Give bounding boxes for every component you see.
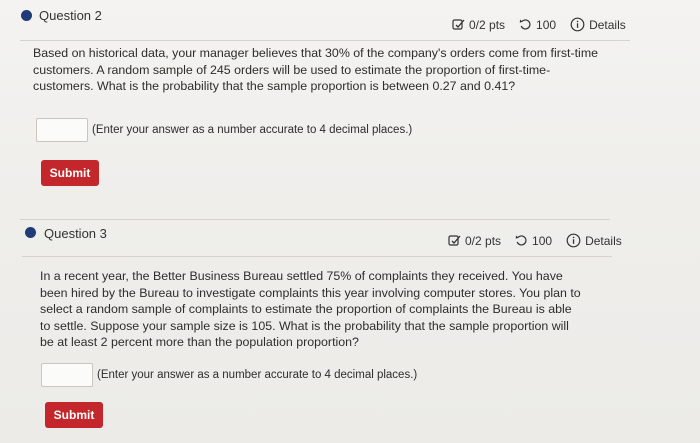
question-3-submit-button[interactable]: Submit (45, 402, 103, 428)
checkbox-pencil-icon (448, 234, 461, 247)
question-2-meta: 0/2 pts 100 Details (452, 17, 626, 32)
question-2-answer-input[interactable] (36, 118, 88, 142)
question-3-top-divider (20, 219, 610, 220)
question-3-details-link[interactable]: Details (585, 234, 622, 248)
question-3-bullet-icon (25, 227, 36, 238)
question-3-answer-input[interactable] (41, 363, 93, 387)
retry-icon (519, 18, 532, 31)
question-2-text: Based on historical data, your manager b… (33, 46, 599, 93)
question-3-points: 0/2 pts (465, 233, 502, 248)
question-3-hint: (Enter your answer as a number accurate … (97, 369, 418, 381)
info-icon[interactable] (570, 17, 585, 32)
checkbox-pencil-icon (452, 18, 465, 31)
question-2-details-link[interactable]: Details (589, 18, 626, 32)
page: Question 2 0/2 pts 100 Details Based on … (0, 0, 700, 443)
question-2-points: 0/2 pts (469, 17, 506, 32)
question-2-hint: (Enter your answer as a number accurate … (92, 124, 413, 136)
question-3-meta: 0/2 pts 100 Details (448, 233, 622, 248)
info-icon[interactable] (566, 233, 581, 248)
question-3-divider (22, 256, 612, 257)
question-2-answer-row: (Enter your answer as a number accurate … (36, 118, 412, 142)
question-2: Question 2 0/2 pts 100 Details Based on … (0, 0, 700, 186)
question-3-answer-row: (Enter your answer as a number accurate … (41, 363, 417, 387)
question-3-text: In a recent year, the Better Business Bu… (40, 269, 581, 349)
question-3-title: Question 3 (44, 226, 107, 241)
question-2-submit-button[interactable]: Submit (41, 160, 99, 186)
question-2-divider (20, 40, 610, 41)
question-2-bullet-icon (21, 10, 32, 21)
question-3-attempts: 100 (532, 233, 553, 248)
question-2-title: Question 2 (39, 8, 102, 23)
question-2-attempts: 100 (536, 17, 557, 32)
retry-icon (515, 234, 528, 247)
